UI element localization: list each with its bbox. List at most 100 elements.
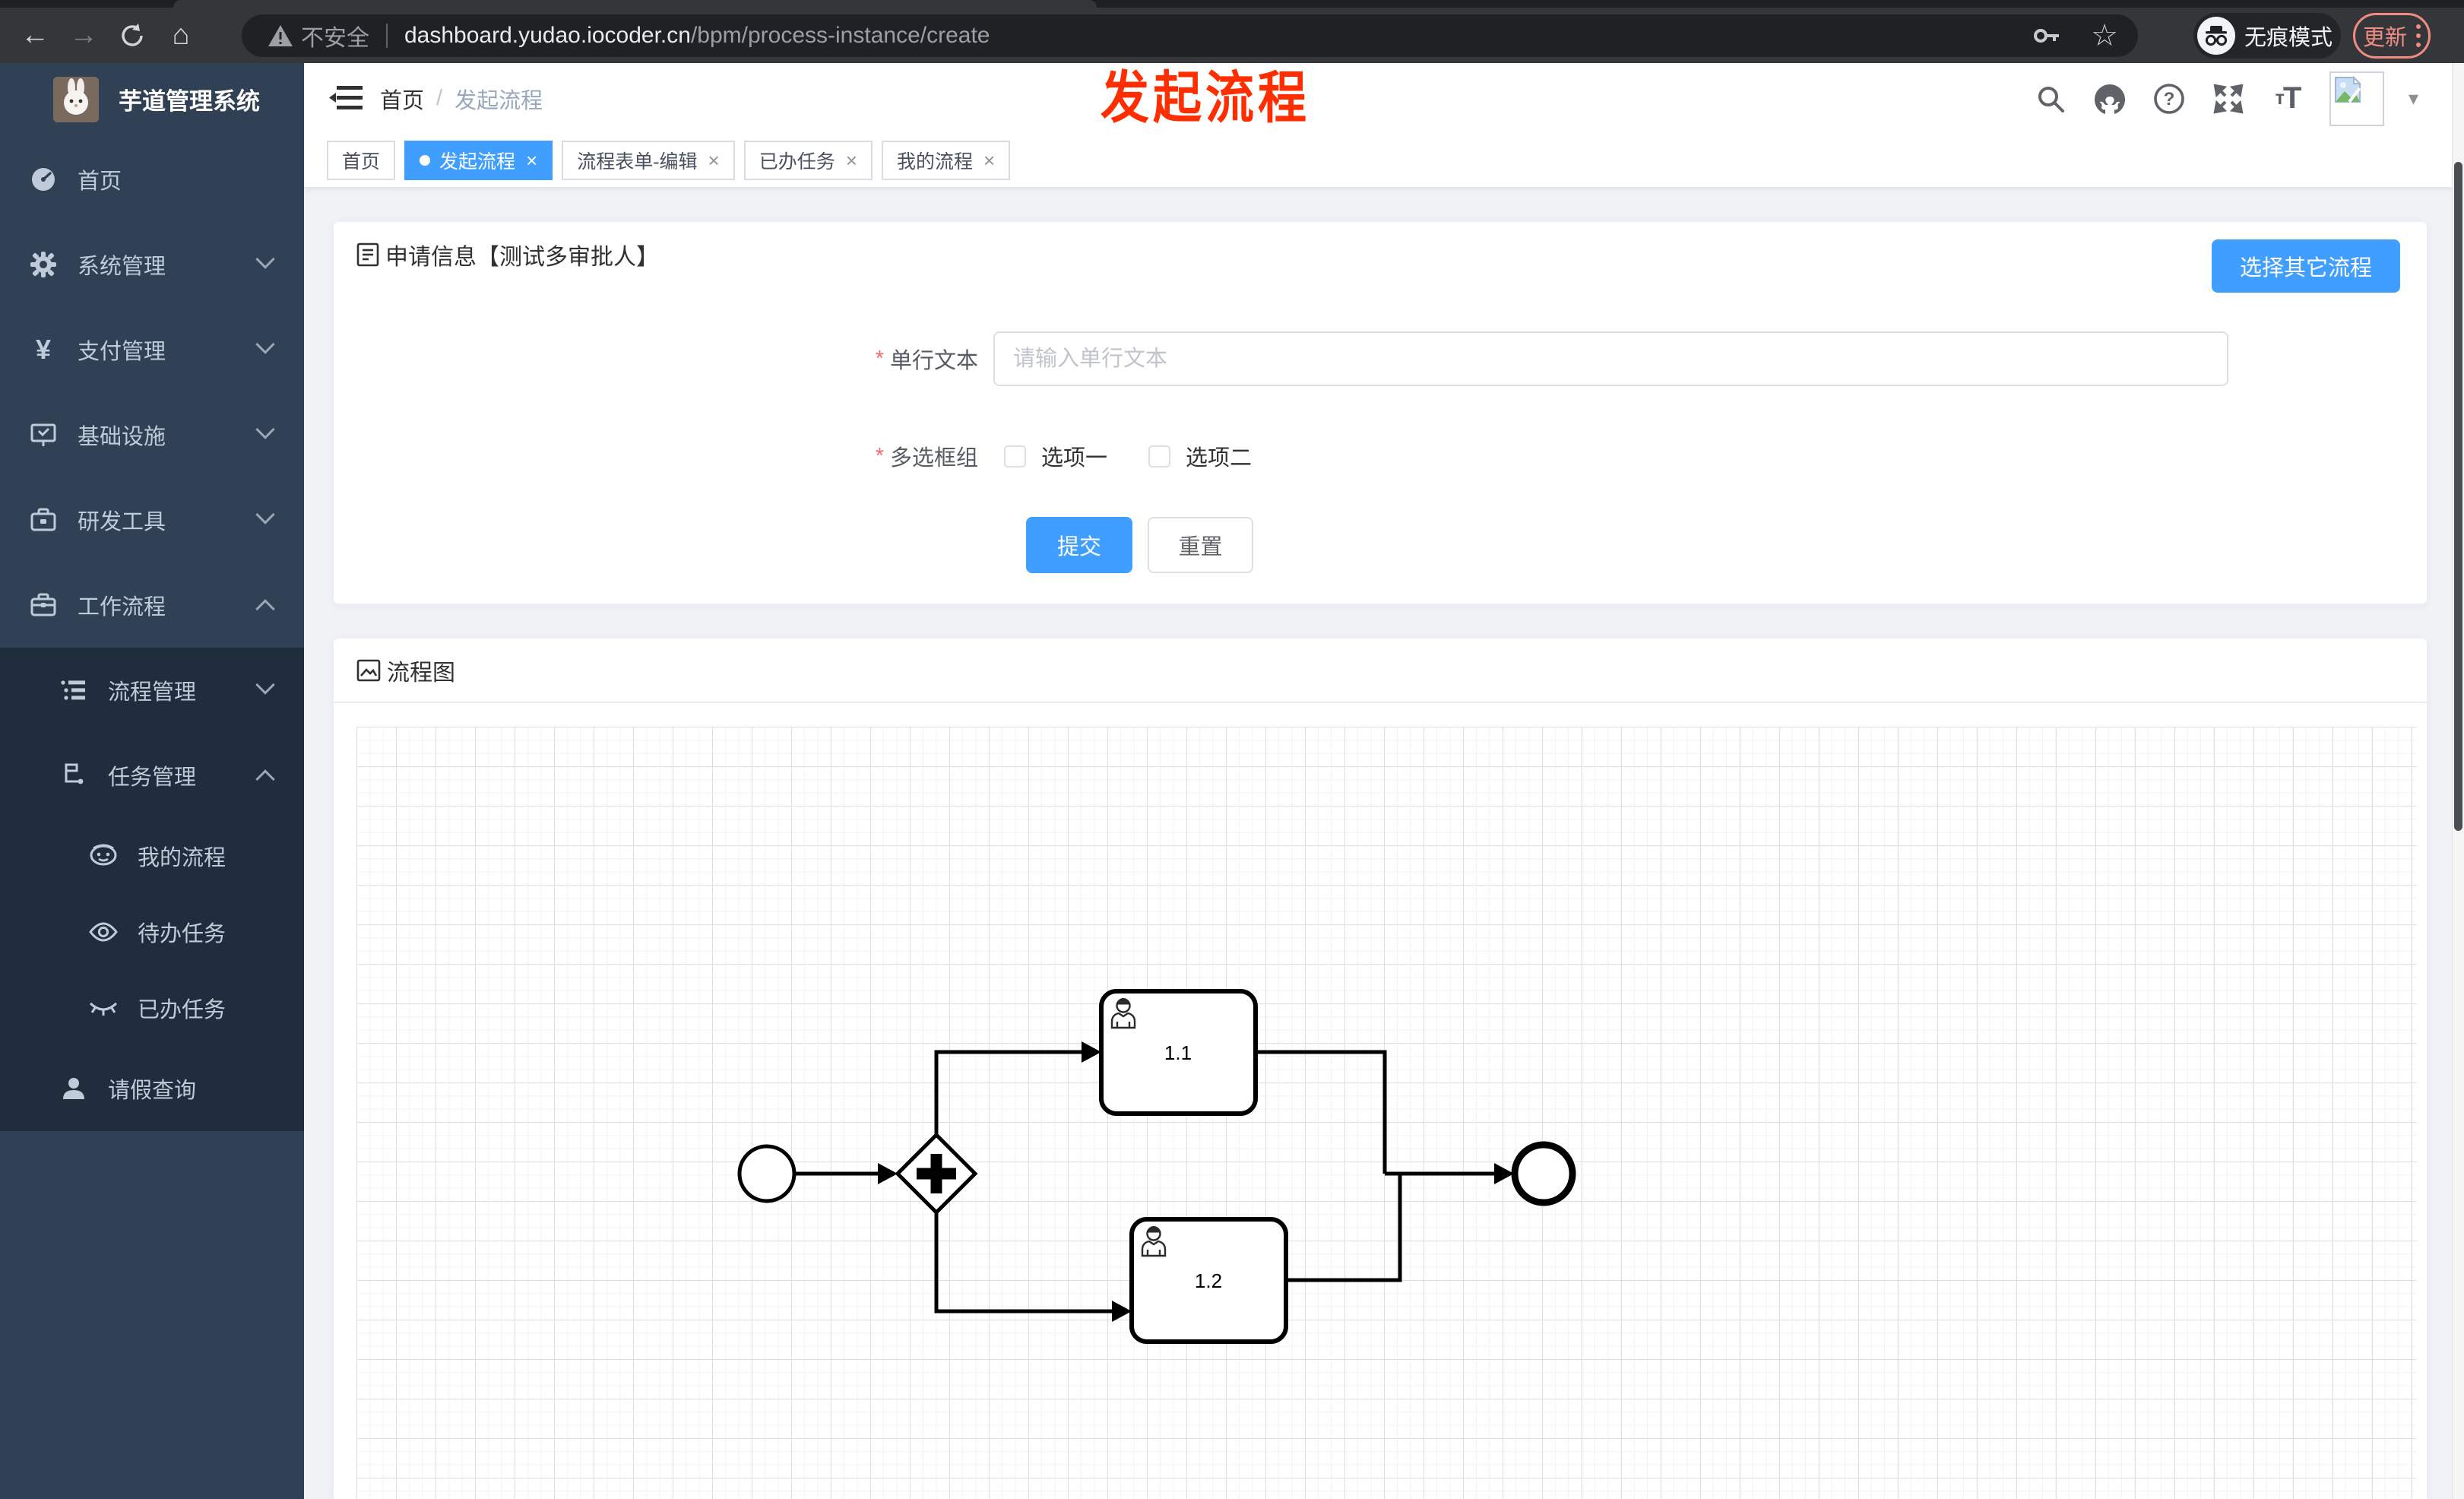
card-title: 申请信息【测试多审批人】 — [385, 244, 659, 270]
tag-initiate-process[interactable]: 发起流程 × — [404, 141, 553, 180]
checkbox[interactable] — [1148, 445, 1171, 467]
required-asterisk: * — [875, 346, 884, 371]
sidebar-item-label: 系统管理 — [78, 255, 166, 279]
sidebar-item-payment[interactable]: ¥ 支付管理 — [0, 307, 304, 392]
scrollbar-thumb[interactable] — [2454, 162, 2462, 831]
sidebar-item-label: 请假查询 — [108, 1079, 197, 1103]
reset-button[interactable]: 重置 — [1148, 517, 1253, 573]
help-icon[interactable]: ? — [2152, 81, 2187, 116]
tag-form-edit[interactable]: 流程表单-编辑 × — [562, 141, 735, 180]
person-icon — [59, 1076, 88, 1101]
sidebar-item-system[interactable]: 系统管理 — [0, 222, 304, 307]
avatar[interactable] — [2329, 71, 2384, 126]
task-label: 1.2 — [1195, 1269, 1222, 1292]
sidebar-item-label: 基础设施 — [78, 425, 166, 449]
checkbox-option-2[interactable]: 选项二 — [1148, 440, 1252, 472]
active-tab-dot — [420, 155, 431, 166]
required-asterisk: * — [875, 443, 884, 468]
url-bar[interactable]: 不安全 dashboard.yudao.iocoder.cn/bpm/proce… — [242, 14, 2138, 57]
document-icon — [356, 242, 379, 266]
back-button[interactable]: ← — [11, 11, 59, 60]
password-key-icon[interactable] — [2032, 21, 2062, 51]
form-actions: 提交 重置 — [334, 517, 1253, 573]
sidebar-item-home[interactable]: 首页 — [0, 137, 304, 222]
sidebar-item-process-management[interactable]: 流程管理 — [0, 648, 304, 733]
tag-label: 流程表单-编辑 — [577, 151, 698, 173]
browser-menu-icon[interactable] — [2416, 24, 2421, 47]
single-line-text-input[interactable] — [993, 331, 2228, 386]
url-path: /bpm/process-instance/create — [690, 23, 990, 48]
font-size-icon[interactable]: тT — [2270, 81, 2305, 116]
bookmark-star-icon[interactable]: ☆ — [2091, 18, 2118, 53]
process-diagram-card: 流程图 1.1 1.2 — [332, 637, 2428, 1499]
home-button[interactable]: ⌂ — [157, 11, 205, 60]
tag-done-tasks[interactable]: 已办任务 × — [743, 141, 873, 180]
tag-home[interactable]: 首页 — [327, 141, 396, 180]
sidebar-item-workflow[interactable]: 工作流程 — [0, 563, 304, 648]
breadcrumb-home[interactable]: 首页 — [380, 83, 424, 115]
sidebar-item-task-management[interactable]: 任务管理 — [0, 733, 304, 818]
close-icon[interactable]: × — [983, 151, 995, 170]
update-button[interactable]: 更新 — [2353, 13, 2431, 59]
dashboard-icon — [29, 166, 58, 193]
sidebar-item-leave-query[interactable]: 请假查询 — [0, 1046, 304, 1131]
select-other-process-button[interactable]: 选择其它流程 — [2212, 239, 2400, 293]
github-icon[interactable] — [2092, 81, 2127, 116]
main-content: 申请信息【测试多审批人】 选择其它流程 * 单行文本 * 多选框组 选项一 — [304, 189, 2464, 1499]
close-icon[interactable]: × — [708, 151, 720, 170]
forward-button[interactable]: → — [59, 11, 108, 60]
bpmn-canvas[interactable]: 1.1 1.2 — [356, 727, 2417, 1499]
sidebar-item-devtools[interactable]: 研发工具 — [0, 477, 304, 563]
task-label: 1.1 — [1164, 1041, 1192, 1064]
chevron-down-icon — [255, 505, 275, 524]
bpmn-parallel-gateway[interactable] — [895, 1132, 978, 1215]
page-scrollbar[interactable] — [2452, 63, 2464, 1499]
sidebar-item-label: 流程管理 — [108, 680, 197, 705]
sidebar-menu: 首页 系统管理 ¥ 支付管理 基础设施 研发工具 工作流程 流程管理 任务管理 … — [0, 137, 304, 1131]
sidebar-item-infrastructure[interactable]: 基础设施 — [0, 392, 304, 477]
fullscreen-icon[interactable] — [2211, 81, 2246, 116]
form-row-checkbox-group: * 多选框组 选项一 选项二 — [334, 429, 2427, 483]
breadcrumb-separator: / — [436, 86, 443, 110]
yen-icon: ¥ — [35, 334, 52, 365]
broken-image-icon — [2334, 75, 2361, 103]
avatar-caret-icon[interactable]: ▾ — [2409, 87, 2418, 110]
hamburger-icon — [329, 86, 363, 109]
tag-my-process[interactable]: 我的流程 × — [881, 141, 1011, 180]
bpmn-start-event[interactable] — [737, 1144, 797, 1203]
chevron-up-icon — [255, 769, 275, 789]
sidebar-item-label: 首页 — [78, 170, 122, 194]
sidebar-item-my-process[interactable]: 我的流程 — [0, 818, 304, 894]
sidebar: 芋道管理系统 首页 系统管理 ¥ 支付管理 基础设施 研发工具 工作流程 流程管… — [0, 63, 304, 1499]
checkbox-option-1[interactable]: 选项一 — [1004, 440, 1107, 472]
reload-icon — [122, 23, 143, 46]
app-logo — [53, 76, 99, 122]
incognito-badge: 无痕模式 — [2193, 13, 2341, 59]
card-header: 申请信息【测试多审批人】 — [334, 222, 2427, 287]
forward-icon: → — [69, 19, 98, 51]
sidebar-logo-row[interactable]: 芋道管理系统 — [0, 63, 304, 135]
close-icon[interactable]: × — [526, 151, 537, 170]
close-icon[interactable]: × — [846, 151, 857, 170]
sidebar-item-todo-tasks[interactable]: 待办任务 — [0, 894, 304, 970]
submit-button[interactable]: 提交 — [1026, 517, 1132, 573]
sidebar-item-done-tasks[interactable]: 已办任务 — [0, 970, 304, 1046]
bpmn-end-event[interactable] — [1511, 1141, 1576, 1206]
sidebar-item-label: 我的流程 — [138, 846, 226, 870]
incognito-icon — [2197, 17, 2235, 55]
tag-label: 发起流程 — [439, 151, 516, 173]
header-actions: ? тT ▾ — [2033, 63, 2418, 134]
browser-tabstrip — [0, 0, 2464, 8]
annotation-title: 发起流程 — [1101, 66, 1310, 130]
bpmn-diagram: 1.1 1.2 — [737, 989, 1576, 1344]
search-icon[interactable] — [2033, 81, 2068, 116]
sidebar-item-label: 研发工具 — [78, 510, 166, 534]
sidebar-collapse-button[interactable] — [329, 81, 364, 115]
security-label[interactable]: 不安全 — [301, 19, 369, 52]
bpmn-user-task-1-1[interactable]: 1.1 — [1099, 989, 1258, 1116]
field-label: 单行文本 — [889, 349, 978, 373]
checkbox[interactable] — [1004, 445, 1026, 467]
bpmn-user-task-1-2[interactable]: 1.2 — [1129, 1217, 1288, 1344]
tree-list-icon — [59, 677, 88, 704]
reload-button[interactable] — [108, 11, 157, 60]
